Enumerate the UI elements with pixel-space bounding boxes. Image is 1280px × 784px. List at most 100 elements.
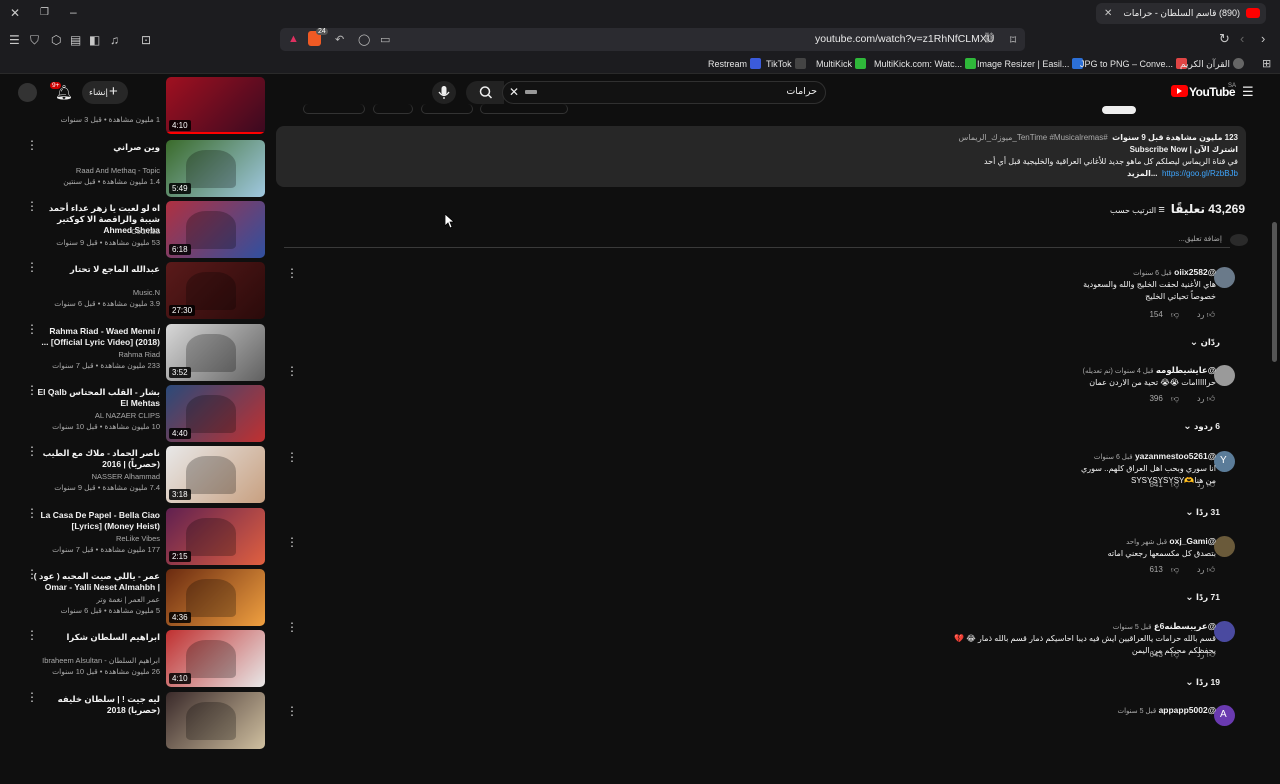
video-title[interactable]: ليه جيت ! | سلطان خليفه (حصريا) 2018 bbox=[30, 694, 160, 716]
comment-author[interactable]: @عايشيطلومه قبل 4 سنوات (تم تعديله) bbox=[1083, 365, 1216, 376]
video-title[interactable]: بشار - القلب المحتاس El Qalb El Mehtas bbox=[30, 387, 160, 409]
undo-icon[interactable]: ↶ bbox=[335, 33, 344, 46]
reply-button[interactable]: رد bbox=[1197, 650, 1204, 659]
apps-grid-icon[interactable]: ⊞ bbox=[1262, 58, 1271, 70]
video-thumbnail[interactable]: 2:15 bbox=[166, 508, 265, 565]
url-box[interactable]: ▲ 24 ↶ ◯ ▭ youtube.com/watch?v=z1RhNfCLM… bbox=[280, 28, 1025, 51]
video-thumbnail[interactable]: 3:18 bbox=[166, 446, 265, 503]
avatar[interactable]: A bbox=[1214, 705, 1235, 726]
view-replies-button[interactable]: ردّان ⌄ bbox=[1190, 337, 1220, 348]
show-more-button[interactable]: ...المزيد bbox=[1127, 169, 1157, 178]
related-video-item[interactable]: ⋮ 4:36 عمر - ياللي صيت المحبه ( عود ) | Om… bbox=[0, 568, 270, 626]
avatar[interactable]: Y bbox=[1214, 451, 1235, 472]
comment-more-icon[interactable]: ⋮ bbox=[286, 451, 298, 463]
comment-time[interactable]: قبل 5 سنوات bbox=[1117, 708, 1156, 715]
voice-search-button[interactable] bbox=[432, 81, 456, 104]
youtube-logo-icon[interactable] bbox=[1171, 85, 1188, 97]
video-title[interactable]: Rahma Riad - Waed Menni / [Official Lyri… bbox=[30, 326, 160, 348]
reload-icon[interactable]: ↻ bbox=[1219, 32, 1230, 45]
comment-author[interactable]: @appapp5002 قبل 5 سنوات bbox=[1117, 705, 1216, 715]
sort-button[interactable]: الترتيب حسب ≡ bbox=[1110, 204, 1165, 216]
avatar[interactable] bbox=[18, 83, 37, 102]
related-video-item[interactable]: ⋮ 6:18 اه لو لعبت يا زهر عداء أحمد شيبة وا… bbox=[0, 200, 270, 258]
video-description[interactable]: 123 مليون مشاهدة قبل 9 سنوات #TenTime #M… bbox=[276, 126, 1246, 187]
forward-icon[interactable]: › bbox=[1261, 32, 1265, 45]
author-handle[interactable]: @عايشيطلومه bbox=[1156, 365, 1216, 375]
comment-time[interactable]: قبل شهر واحد bbox=[1126, 539, 1167, 546]
bookmark-image-resizer[interactable]: Image Resizer | Easil... bbox=[977, 58, 1084, 69]
close-window-icon[interactable]: ✕ bbox=[10, 7, 20, 19]
channel-name[interactable]: CoCTaiL bbox=[131, 227, 160, 236]
channel-name[interactable]: Raad And Methaq - Topic bbox=[76, 166, 160, 175]
comment-time[interactable]: قبل 5 سنوات bbox=[1113, 624, 1152, 631]
video-thumbnail[interactable]: 5:49 bbox=[166, 140, 265, 197]
video-thumbnail[interactable]: 3:52 bbox=[166, 324, 265, 381]
video-thumbnail[interactable] bbox=[166, 692, 265, 749]
dislike-icon[interactable]: 👎︎ bbox=[1171, 310, 1179, 319]
related-video-item[interactable]: ⋮ 4:40 بشار - القلب المحتاس El Qalb El Meh… bbox=[0, 384, 270, 442]
channel-name[interactable]: Rahma Riad bbox=[118, 350, 160, 359]
related-video-item[interactable]: ⋮ 3:52 Rahma Riad - Waed Menni / [Official… bbox=[0, 323, 270, 381]
action-chip[interactable] bbox=[421, 104, 473, 114]
url-text[interactable]: youtube.com/watch?v=z1RhNfCLMXU bbox=[815, 33, 994, 45]
like-icon[interactable]: 👍︎ bbox=[1207, 650, 1215, 659]
channel-name[interactable]: Ibraheem Alsultan - ابراهيم السلطان bbox=[42, 656, 160, 665]
scrollbar-thumb[interactable] bbox=[1272, 222, 1277, 362]
channel-name[interactable]: Music.N bbox=[133, 288, 160, 297]
dislike-icon[interactable]: 👎︎ bbox=[1171, 480, 1179, 489]
restore-window-icon[interactable]: ❐ bbox=[40, 7, 49, 19]
action-chip[interactable] bbox=[480, 104, 568, 114]
video-thumbnail[interactable]: 4:10 bbox=[166, 77, 265, 134]
bookmark-icon[interactable]: ⌑ bbox=[1010, 34, 1016, 46]
comment-more-icon[interactable]: ⋮ bbox=[286, 705, 298, 717]
comment-time[interactable]: قبل 6 سنوات bbox=[1094, 454, 1133, 461]
reply-button[interactable]: رد bbox=[1197, 565, 1204, 574]
reply-button[interactable]: رد bbox=[1197, 394, 1204, 403]
clear-search-icon[interactable]: ✕ bbox=[509, 85, 519, 99]
author-handle[interactable]: @oxj_Gami bbox=[1169, 536, 1216, 546]
video-thumbnail[interactable]: 27:30 bbox=[166, 262, 265, 319]
search-value[interactable]: حرامات bbox=[786, 86, 817, 97]
channel-name[interactable]: AL NAZAER CLIPS bbox=[95, 411, 160, 420]
music-icon[interactable]: ♫ bbox=[110, 34, 119, 46]
video-title[interactable]: عبدالله الماجع لا تحتار bbox=[30, 264, 160, 275]
video-title[interactable]: وين صراني bbox=[30, 142, 160, 153]
author-handle[interactable]: @عريبسطنه6ع bbox=[1154, 621, 1216, 631]
dislike-icon[interactable]: 👎︎ bbox=[1171, 565, 1179, 574]
bookmark-restream[interactable]: Restream bbox=[708, 58, 762, 69]
video-title[interactable]: La Casa De Papel - Bella Ciao [Lyrics] (… bbox=[30, 510, 160, 532]
dislike-icon[interactable]: 👎︎ bbox=[1171, 650, 1179, 659]
avatar[interactable] bbox=[1214, 536, 1235, 557]
bookmark-multikick[interactable]: MultiKick bbox=[816, 58, 867, 69]
extensions-icon[interactable]: ⬡ bbox=[51, 34, 61, 46]
video-title[interactable]: ناصر الحماد - ملاك مع الطيب (حصرياً) | 2… bbox=[30, 448, 160, 470]
related-video-item[interactable]: ⋮ ليه جيت ! | سلطان خليفه (حصريا) 2018 bbox=[0, 691, 270, 749]
shield-icon[interactable]: ⛉ bbox=[30, 34, 39, 46]
menu-icon[interactable]: ☰ bbox=[9, 34, 20, 46]
like-icon[interactable]: 👍︎ bbox=[1207, 565, 1215, 574]
comment-author[interactable]: @yazanmestoo5261 قبل 6 سنوات bbox=[1094, 451, 1216, 461]
description-link[interactable]: https://goo.gl/RzbBJb bbox=[1162, 169, 1238, 178]
like-icon[interactable]: 👍︎ bbox=[1207, 480, 1215, 489]
comment-more-icon[interactable]: ⋮ bbox=[286, 267, 298, 279]
avatar[interactable] bbox=[1214, 267, 1235, 288]
add-comment-input[interactable]: إضافة تعليق... bbox=[1179, 234, 1222, 243]
action-chip[interactable] bbox=[373, 104, 413, 114]
comment-time[interactable]: قبل 6 سنوات bbox=[1133, 270, 1172, 277]
reply-button[interactable]: رد bbox=[1197, 310, 1204, 319]
active-tab[interactable]: ✕ (890) قاسم السلطان - حرامات bbox=[1096, 3, 1266, 24]
like-icon[interactable]: 👍︎ bbox=[1207, 394, 1215, 403]
related-video-item[interactable]: ⋮ 2:15 La Casa De Papel - Bella Ciao [Lyri… bbox=[0, 507, 270, 565]
video-thumbnail[interactable]: 4:10 bbox=[166, 630, 265, 687]
author-handle[interactable]: @yazanmestoo5261 bbox=[1135, 451, 1216, 461]
channel-name[interactable]: عمر العمر | نغمة وتر bbox=[96, 595, 160, 604]
view-replies-button[interactable]: 19 ردًا ⌄ bbox=[1185, 677, 1220, 688]
comment-time[interactable]: قبل 4 سنوات (تم تعديله) bbox=[1083, 368, 1154, 375]
cast-icon[interactable]: ▭ bbox=[380, 33, 390, 46]
related-video-item[interactable]: ⋮ 27:30 عبدالله الماجع لا تحتار Music.N 3.9 … bbox=[0, 261, 270, 319]
back-icon[interactable]: ‹ bbox=[1240, 32, 1244, 45]
search-input[interactable]: ✕ حرامات bbox=[502, 81, 826, 104]
bookmark-tiktok[interactable]: TikTok bbox=[766, 58, 806, 69]
related-video-item[interactable]: ⋮ 3:18 ناصر الحماد - ملاك مع الطيب (حصرياً… bbox=[0, 445, 270, 503]
link-icon[interactable]: ⛓ bbox=[983, 33, 996, 44]
